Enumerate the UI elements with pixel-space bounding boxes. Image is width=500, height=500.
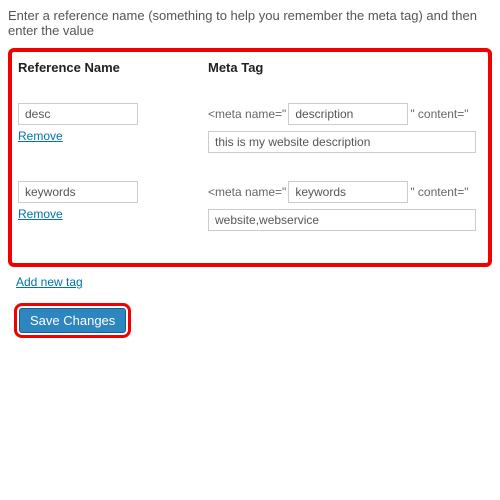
remove-link[interactable]: Remove	[18, 207, 63, 221]
meta-name-input[interactable]	[288, 181, 408, 203]
tag-row: Remove <meta name=" " content="	[18, 103, 482, 159]
intro-text: Enter a reference name (something to hel…	[8, 8, 492, 38]
meta-content-input[interactable]	[208, 131, 476, 153]
reference-input[interactable]	[18, 103, 138, 125]
meta-content-label: " content="	[410, 185, 468, 199]
save-changes-button[interactable]: Save Changes	[19, 308, 126, 333]
header-reference: Reference Name	[18, 60, 208, 75]
save-highlight: Save Changes	[14, 303, 131, 338]
reference-input[interactable]	[18, 181, 138, 203]
add-new-tag-link[interactable]: Add new tag	[16, 275, 83, 289]
header-meta: Meta Tag	[208, 60, 482, 75]
tag-row: Remove <meta name=" " content="	[18, 181, 482, 237]
meta-prefix-text: <meta name="	[208, 185, 286, 199]
meta-prefix-text: <meta name="	[208, 107, 286, 121]
remove-link[interactable]: Remove	[18, 129, 63, 143]
meta-tags-panel: Reference Name Meta Tag Remove <meta nam…	[8, 48, 492, 267]
meta-name-input[interactable]	[288, 103, 408, 125]
meta-content-label: " content="	[410, 107, 468, 121]
meta-content-input[interactable]	[208, 209, 476, 231]
